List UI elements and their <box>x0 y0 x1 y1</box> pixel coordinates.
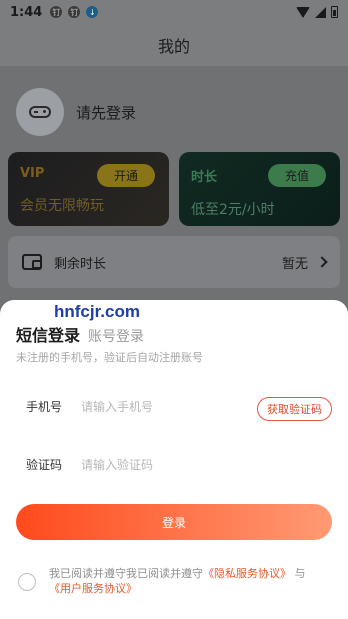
gamepad-icon <box>29 106 51 118</box>
chevron-right-icon <box>316 256 328 268</box>
remaining-time-value: 暂无 <box>281 256 308 272</box>
notification-icon: 钉 <box>50 6 63 18</box>
code-field: 验证码 <box>26 456 241 473</box>
tab-account-login[interactable]: 账号登录 <box>88 326 144 346</box>
login-button[interactable]: 登录 <box>16 504 332 540</box>
notification-icon: 钉 <box>68 6 81 18</box>
agreement-prefix: 我已阅读并遵守我已阅读并遵守 <box>49 567 203 580</box>
download-icon: ↓ <box>86 6 99 18</box>
battery-icon <box>331 6 338 18</box>
wallet-icon <box>22 254 42 270</box>
login-tabs: 短信登录 账号登录 <box>16 322 144 346</box>
agreement-and: 与 <box>291 567 306 580</box>
status-indicators <box>296 6 338 18</box>
phone-field: 手机号 <box>26 398 241 415</box>
time-card-subtitle: 低至2元/小时 <box>191 202 275 218</box>
watermark: hnfcjr.com <box>54 302 140 321</box>
time-card[interactable]: 时长 低至2元/小时 充值 <box>179 152 340 226</box>
avatar[interactable] <box>16 88 64 136</box>
register-hint: 未注册的手机号，验证后自动注册账号 <box>16 351 203 364</box>
code-label: 验证码 <box>26 458 63 472</box>
tab-sms-login[interactable]: 短信登录 <box>16 322 80 346</box>
phone-input[interactable] <box>81 399 241 414</box>
remaining-time-row[interactable]: 剩余时长 暂无 <box>8 236 340 288</box>
login-sheet: hnfcjr.com 短信登录 账号登录 未注册的手机号，验证后自动注册账号 手… <box>0 300 348 619</box>
agreement-row: 我已阅读并遵守我已阅读并遵守《隐私服务协议》 与《用户服务协议》 <box>18 566 338 596</box>
status-time: 1:44 <box>10 4 43 20</box>
agreement-text: 我已阅读并遵守我已阅读并遵守《隐私服务协议》 与《用户服务协议》 <box>49 566 306 596</box>
wifi-icon <box>296 6 310 18</box>
vip-card[interactable]: VIP 会员无限畅玩 开通 <box>8 152 169 226</box>
get-code-button[interactable]: 获取验证码 <box>257 397 332 421</box>
profile-row[interactable]: 请先登录 <box>16 88 136 136</box>
phone-label: 手机号 <box>26 400 63 414</box>
status-bar: 1:44 钉 钉 ↓ <box>0 0 348 24</box>
login-prompt[interactable]: 请先登录 <box>76 102 136 123</box>
recharge-button[interactable]: 充值 <box>268 164 326 187</box>
page-header: 我的 <box>0 24 348 66</box>
signal-icon <box>315 6 326 18</box>
open-vip-button[interactable]: 开通 <box>97 164 155 187</box>
agree-checkbox[interactable] <box>18 573 36 591</box>
remaining-time-label: 剩余时长 <box>54 256 107 272</box>
vip-card-subtitle: 会员无限畅玩 <box>20 198 104 214</box>
code-input[interactable] <box>81 457 241 472</box>
page-title: 我的 <box>157 37 190 56</box>
privacy-link[interactable]: 《隐私服务协议》 <box>203 567 291 580</box>
user-agreement-link[interactable]: 《用户服务协议》 <box>49 582 137 595</box>
